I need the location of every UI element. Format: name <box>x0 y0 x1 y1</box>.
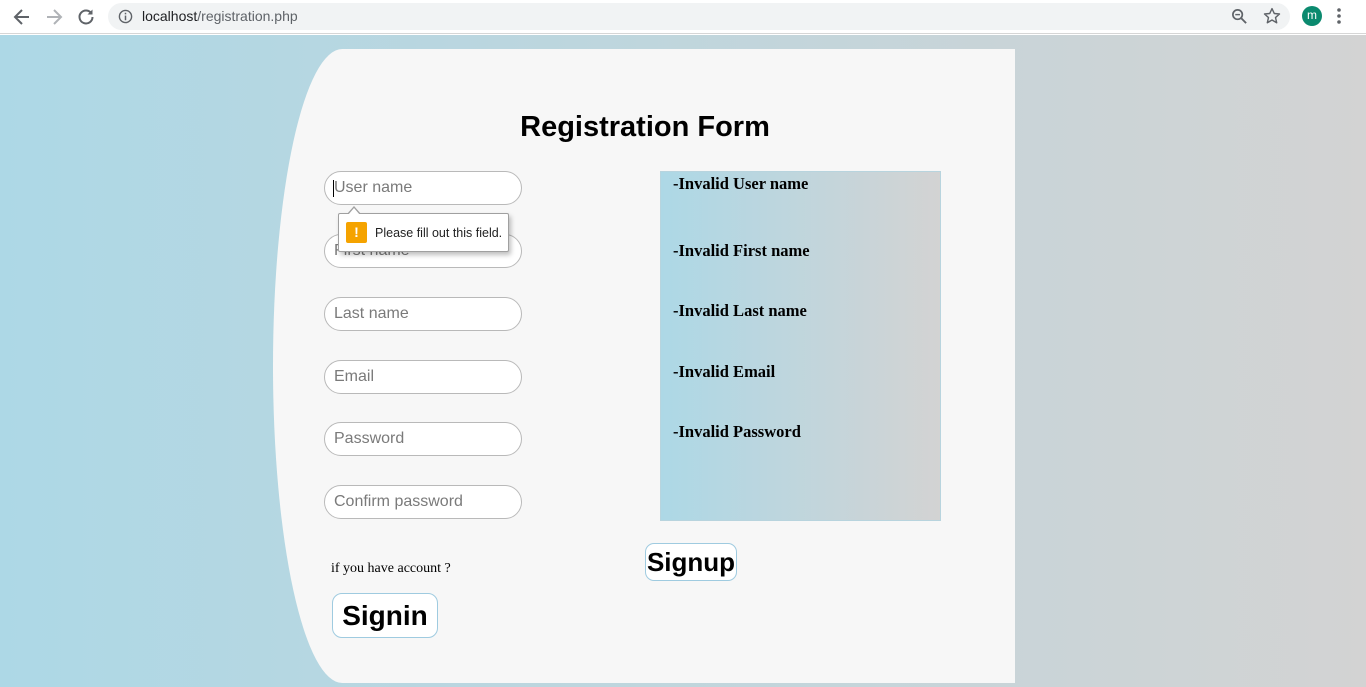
confirm-password-input[interactable] <box>324 485 522 519</box>
error-email: -Invalid Email <box>673 362 776 381</box>
text-cursor <box>333 180 334 197</box>
lastname-input[interactable] <box>324 297 522 331</box>
url-path: /registration.php <box>197 8 298 24</box>
account-prompt: if you have account ? <box>331 561 451 576</box>
page-title: Registration Form <box>520 111 770 143</box>
arrow-left-icon <box>13 9 29 25</box>
address-bar[interactable]: localhost/registration.php <box>108 3 1290 30</box>
star-icon[interactable] <box>1263 7 1281 25</box>
browser-toolbar: localhost/registration.php m <box>0 0 1366 34</box>
validation-message: Please fill out this field. <box>375 226 503 240</box>
back-button[interactable] <box>10 5 34 29</box>
email-input[interactable] <box>324 360 522 394</box>
error-lastname: -Invalid Last name <box>673 301 807 320</box>
info-circle-icon[interactable] <box>118 9 133 24</box>
three-dots-vertical-icon[interactable] <box>1336 7 1342 25</box>
url-text[interactable]: localhost/registration.php <box>142 8 298 25</box>
magnifier-icon[interactable] <box>1231 8 1248 25</box>
reload-icon <box>78 9 94 25</box>
arrow-right-icon <box>47 9 63 25</box>
signup-button[interactable]: Signup <box>645 543 737 581</box>
reload-button[interactable] <box>74 5 98 29</box>
signin-button[interactable]: Signin <box>332 593 438 638</box>
error-password: -Invalid Password <box>673 422 801 441</box>
error-list: -Invalid User name -Invalid First name -… <box>660 171 941 521</box>
error-username: -Invalid User name <box>673 174 809 193</box>
password-input[interactable] <box>324 422 522 456</box>
validation-tooltip: ! Please fill out this field. <box>338 206 509 252</box>
url-host: localhost <box>142 8 198 24</box>
error-firstname: -Invalid First name <box>673 241 810 260</box>
profile-avatar[interactable]: m <box>1302 6 1322 26</box>
username-input[interactable] <box>324 171 522 205</box>
forward-button[interactable] <box>42 5 66 29</box>
warning-icon: ! <box>346 222 367 243</box>
